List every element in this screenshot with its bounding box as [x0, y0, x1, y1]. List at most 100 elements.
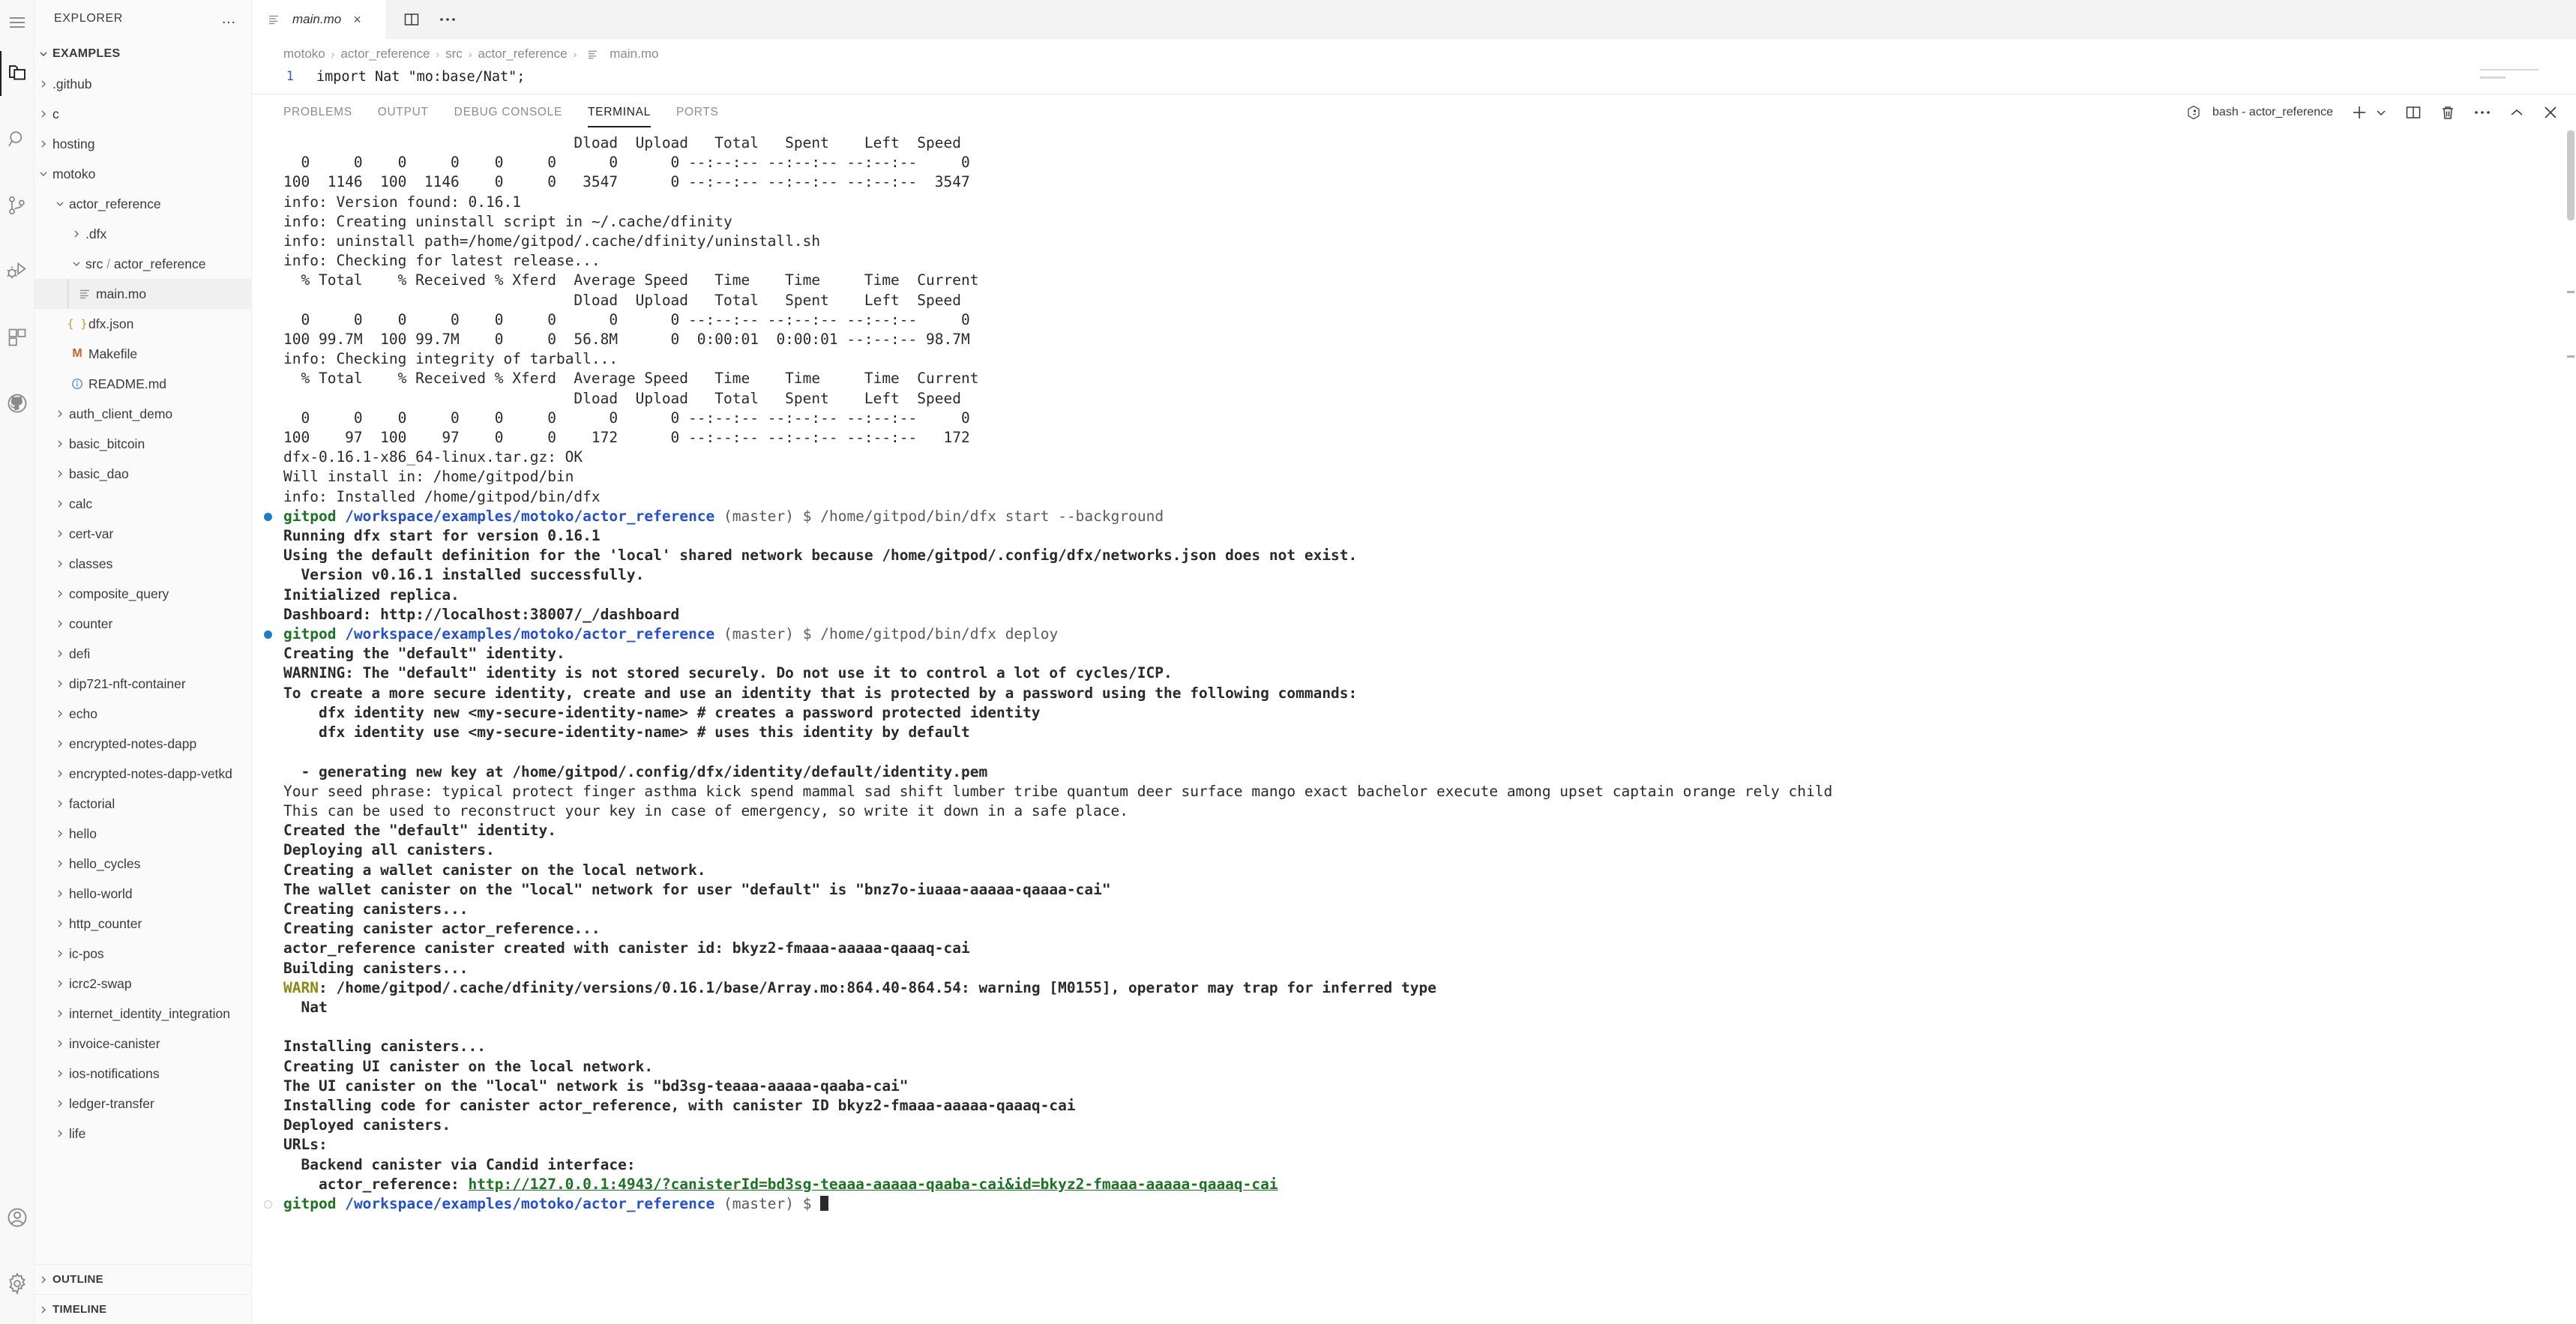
- close-panel-icon[interactable]: [2543, 105, 2558, 120]
- bash-icon: [2184, 105, 2203, 120]
- tree-item-basic-bitcoin[interactable]: basic_bitcoin: [34, 429, 251, 459]
- panel-tab-debug-console[interactable]: DEBUG CONSOLE: [454, 94, 562, 130]
- extensions-icon[interactable]: [0, 304, 34, 370]
- panel-tab-ports[interactable]: PORTS: [676, 94, 719, 130]
- terminal-info-line: info: Checking integrity of tarball...: [283, 349, 2576, 369]
- tree-item-encrypted-notes-dapp-vetkd[interactable]: encrypted-notes-dapp-vetkd: [34, 759, 251, 789]
- terminal-line: The wallet canister on the "local" netwo…: [283, 880, 2576, 900]
- breadcrumb-item-0[interactable]: motoko: [283, 46, 325, 61]
- terminal-more-icon[interactable]: [2474, 110, 2491, 115]
- terminal-prompt-line: gitpod /workspace/examples/motoko/actor_…: [283, 1194, 2576, 1214]
- tree-item-motoko[interactable]: motoko: [34, 159, 251, 189]
- tree-item-label: actor_reference: [69, 196, 161, 212]
- tree-item-label: .dfx: [85, 226, 106, 242]
- tree-item-main-mo[interactable]: main.mo: [34, 279, 251, 309]
- tree-item-auth-client-demo[interactable]: auth_client_demo: [34, 399, 251, 429]
- terminal-output[interactable]: Dload Upload Total Spent Left Speed 0 0 …: [252, 130, 2576, 1324]
- candid-url-link[interactable]: http://127.0.0.1:4943/?canisterId=bd3sg-…: [469, 1176, 1278, 1193]
- scroll-marker: [2567, 291, 2575, 293]
- tree-item-makefile[interactable]: MMakefile: [34, 339, 251, 369]
- tree-item-label: README.md: [88, 376, 166, 392]
- kill-terminal-icon[interactable]: [2440, 104, 2456, 121]
- tree-item-label: dfx.json: [88, 316, 133, 332]
- tree-item-dip721-nft-container[interactable]: dip721-nft-container: [34, 669, 251, 699]
- tree-item-ic-pos[interactable]: ic-pos: [34, 939, 251, 969]
- panel-tab-problems[interactable]: PROBLEMS: [283, 94, 352, 130]
- tree-item-basic-dao[interactable]: basic_dao: [34, 459, 251, 489]
- tree-item-ledger-transfer[interactable]: ledger-transfer: [34, 1089, 251, 1119]
- tree-item-cert-var[interactable]: cert-var: [34, 519, 251, 549]
- panel-tab-output[interactable]: OUTPUT: [378, 94, 429, 130]
- tree-item-hello-cycles[interactable]: hello_cycles: [34, 849, 251, 879]
- minimap[interactable]: [2480, 69, 2570, 94]
- breadcrumb-item-2[interactable]: src: [445, 46, 463, 61]
- tree-item-calc[interactable]: calc: [34, 489, 251, 519]
- tree-item-ios-notifications[interactable]: ios-notifications: [34, 1059, 251, 1089]
- tree-item-hello[interactable]: hello: [34, 819, 251, 849]
- tree-item-http-counter[interactable]: http_counter: [34, 909, 251, 939]
- tree-item-composite-query[interactable]: composite_query: [34, 579, 251, 609]
- info-text: : Checking for latest release...: [319, 252, 601, 269]
- breadcrumb: motoko › actor_reference › src › actor_r…: [252, 39, 2576, 69]
- tree-item-readme-md[interactable]: README.md: [34, 369, 251, 399]
- tree-item-factorial[interactable]: factorial: [34, 789, 251, 819]
- close-icon[interactable]: ×: [353, 12, 361, 28]
- chevron-right-icon: [34, 1305, 52, 1315]
- split-editor-icon[interactable]: [403, 11, 420, 28]
- terminal-scrollbar[interactable]: [2567, 130, 2575, 220]
- tree-item-label: calc: [69, 496, 92, 512]
- accounts-icon[interactable]: [0, 1185, 34, 1251]
- tree-item-src-actor-reference[interactable]: src / actor_reference: [34, 249, 251, 279]
- tree-item-label: internet_identity_integration: [69, 1006, 230, 1022]
- tree-item-dfx-json[interactable]: { }dfx.json: [34, 309, 251, 339]
- search-icon[interactable]: [0, 106, 34, 172]
- tree-item-classes[interactable]: classes: [34, 549, 251, 579]
- tree-item-label: hello: [69, 826, 97, 842]
- github-icon[interactable]: [0, 370, 34, 436]
- run-debug-icon[interactable]: [0, 238, 34, 304]
- settings-gear-icon[interactable]: [0, 1251, 34, 1317]
- prompt-command: /home/gitpod/bin/dfx start --background: [820, 508, 1164, 525]
- tree-item-life[interactable]: life: [34, 1119, 251, 1149]
- tree-item-counter[interactable]: counter: [34, 609, 251, 639]
- prompt-sigil: $: [803, 508, 812, 525]
- explorer-icon[interactable]: [0, 40, 34, 106]
- tree-item-echo[interactable]: echo: [34, 699, 251, 729]
- sidebar-section-outline[interactable]: OUTLINE: [34, 1264, 251, 1294]
- more-actions-icon[interactable]: [439, 17, 456, 22]
- tree-item-label: c: [52, 106, 59, 122]
- terminal-selector[interactable]: bash - actor_reference: [2184, 105, 2333, 120]
- sidebar-section-timeline[interactable]: TIMELINE: [34, 1294, 251, 1324]
- split-terminal-icon[interactable]: [2405, 104, 2422, 121]
- terminal-line: Running dfx start for version 0.16.1: [283, 526, 2576, 546]
- new-terminal-icon[interactable]: [2351, 104, 2368, 121]
- breadcrumb-item-3[interactable]: actor_reference: [478, 46, 568, 61]
- maximize-panel-icon[interactable]: [2509, 106, 2525, 118]
- tree-item-icrc2-swap[interactable]: icrc2-swap: [34, 969, 251, 999]
- tree-item--github[interactable]: .github: [34, 69, 251, 99]
- tree-item-encrypted-notes-dapp[interactable]: encrypted-notes-dapp: [34, 729, 251, 759]
- tree-item-invoice-canister[interactable]: invoice-canister: [34, 1029, 251, 1059]
- breadcrumb-item-4-wrap[interactable]: main.mo: [583, 46, 658, 61]
- breadcrumb-item-1[interactable]: actor_reference: [340, 46, 430, 61]
- tree-root-examples[interactable]: EXAMPLES: [34, 39, 251, 69]
- tree-item-c[interactable]: c: [34, 99, 251, 129]
- chevron-down-icon[interactable]: [2375, 106, 2387, 118]
- tree-item-defi[interactable]: defi: [34, 639, 251, 669]
- tree-item-actor-reference[interactable]: actor_reference: [34, 189, 251, 219]
- menu-icon[interactable]: [0, 4, 34, 40]
- chevron-right-icon: [51, 798, 69, 809]
- source-control-icon[interactable]: [0, 172, 34, 238]
- terminal-name: bash - actor_reference: [2212, 106, 2333, 119]
- tree-item-hello-world[interactable]: hello-world: [34, 879, 251, 909]
- url-prefix: actor_reference:: [283, 1176, 469, 1193]
- tab-main-mo[interactable]: main.mo ×: [252, 0, 387, 39]
- tree-item--dfx[interactable]: .dfx: [34, 219, 251, 249]
- editor-code-strip[interactable]: 1 import Nat "mo:base/Nat";: [252, 69, 2576, 94]
- explorer-more-icon[interactable]: …: [221, 15, 238, 22]
- chevron-right-icon: [51, 1008, 69, 1019]
- warn-text: : /home/gitpod/.cache/dfinity/versions/0…: [319, 979, 1436, 996]
- panel-tab-terminal[interactable]: TERMINAL: [588, 94, 651, 130]
- tree-item-hosting[interactable]: hosting: [34, 129, 251, 159]
- tree-item-internet-identity-integration[interactable]: internet_identity_integration: [34, 999, 251, 1029]
